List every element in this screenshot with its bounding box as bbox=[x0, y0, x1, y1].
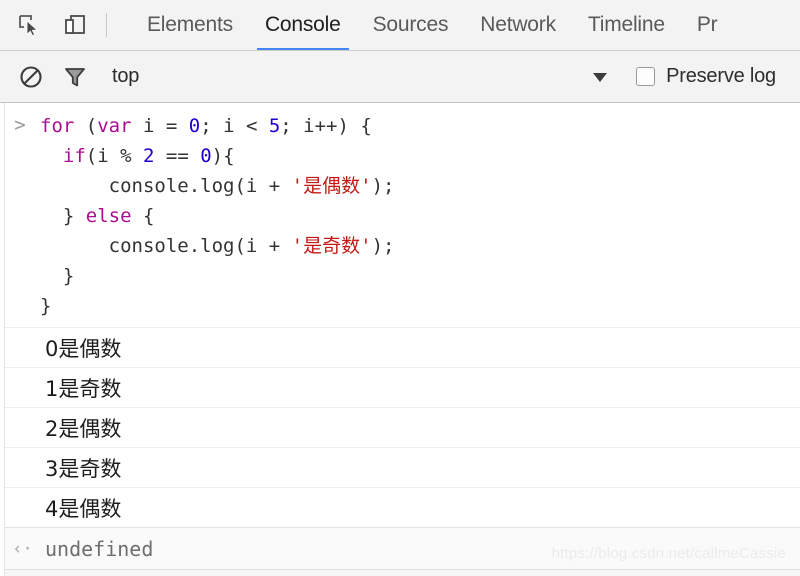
console-input-code: for (var i = 0; i < 5; i++) { if(i % 2 =… bbox=[40, 111, 404, 321]
tab-timeline[interactable]: Timeline bbox=[572, 0, 681, 50]
panel-tabs: Elements Console Sources Network Timelin… bbox=[113, 0, 733, 50]
console-message-list[interactable]: > for (var i = 0; i < 5; i++) { if(i % 2… bbox=[0, 103, 800, 576]
input-marker-icon: > bbox=[14, 114, 26, 136]
code-token: console.log(i + bbox=[40, 235, 292, 257]
inspect-element-icon[interactable] bbox=[14, 10, 44, 40]
devtools-tabbar: Elements Console Sources Network Timelin… bbox=[0, 0, 800, 51]
console-prompt-row[interactable] bbox=[0, 569, 800, 576]
code-token: ; i < bbox=[200, 115, 269, 137]
console-input-entry: > for (var i = 0; i < 5; i++) { if(i % 2… bbox=[0, 103, 800, 327]
chevron-down-icon[interactable] bbox=[578, 70, 622, 84]
code-token: ){ bbox=[211, 145, 235, 167]
code-line: } else { bbox=[40, 201, 394, 231]
device-toolbar-icon[interactable] bbox=[60, 10, 90, 40]
filter-funnel-icon[interactable] bbox=[58, 60, 92, 94]
code-token: ( bbox=[74, 115, 98, 137]
code-line: } bbox=[40, 261, 394, 291]
code-token: ; i++) { bbox=[280, 115, 372, 137]
list-item[interactable]: 0是偶数 bbox=[0, 327, 800, 367]
code-token: } bbox=[40, 265, 75, 287]
tab-profiles[interactable]: Pr bbox=[681, 0, 734, 50]
code-token: 0 bbox=[200, 145, 212, 167]
code-token: '是偶数' bbox=[291, 175, 372, 197]
execution-context-selector[interactable]: top bbox=[102, 65, 149, 88]
code-token: if bbox=[62, 145, 86, 167]
code-token: console.log(i + bbox=[40, 175, 292, 197]
devtools-panel: Elements Console Sources Network Timelin… bbox=[0, 0, 800, 576]
code-line: console.log(i + '是偶数'); bbox=[40, 171, 395, 201]
code-token: ); bbox=[371, 175, 395, 197]
code-line: for (var i = 0; i < 5; i++) { bbox=[40, 111, 394, 141]
code-line: } bbox=[40, 291, 394, 321]
code-line: if(i % 2 == 0){ bbox=[40, 141, 394, 171]
list-item[interactable]: 3是奇数 bbox=[0, 447, 800, 487]
code-token: } bbox=[40, 295, 52, 317]
tool-icon-group bbox=[0, 0, 113, 50]
code-token: (i % bbox=[85, 145, 143, 167]
code-token: i = bbox=[131, 115, 189, 137]
tab-network[interactable]: Network bbox=[464, 0, 572, 50]
code-token: var bbox=[97, 115, 132, 137]
tab-elements[interactable]: Elements bbox=[131, 0, 249, 50]
result-arrow-icon: ‹· bbox=[12, 538, 33, 559]
code-line: console.log(i + '是奇数'); bbox=[40, 231, 395, 261]
console-result-row: ‹· undefined bbox=[0, 527, 800, 569]
tab-console[interactable]: Console bbox=[249, 0, 357, 50]
toolbar-divider bbox=[106, 13, 107, 37]
code-token: for bbox=[40, 115, 75, 137]
code-token: 5 bbox=[268, 115, 281, 137]
code-token: { bbox=[131, 205, 155, 227]
code-token: ); bbox=[371, 235, 395, 257]
list-item[interactable]: 1是奇数 bbox=[0, 367, 800, 407]
list-item[interactable]: 2是偶数 bbox=[0, 407, 800, 447]
console-result-value: undefined bbox=[45, 536, 154, 561]
code-token: == bbox=[154, 145, 201, 167]
list-item[interactable]: 4是偶数 bbox=[0, 487, 800, 527]
preserve-log-checkbox[interactable] bbox=[636, 67, 656, 86]
preserve-log-label[interactable]: Preserve log bbox=[666, 65, 776, 88]
preserve-log-group[interactable]: Preserve log bbox=[636, 65, 800, 88]
code-token: 0 bbox=[188, 115, 201, 137]
console-filterbar: top Preserve log bbox=[0, 51, 800, 103]
tab-sources[interactable]: Sources bbox=[357, 0, 465, 50]
code-token: '是奇数' bbox=[291, 235, 372, 257]
clear-console-icon[interactable] bbox=[14, 60, 48, 94]
code-token: else bbox=[85, 205, 132, 227]
code-token: } bbox=[40, 205, 86, 227]
code-token: 2 bbox=[142, 145, 155, 167]
